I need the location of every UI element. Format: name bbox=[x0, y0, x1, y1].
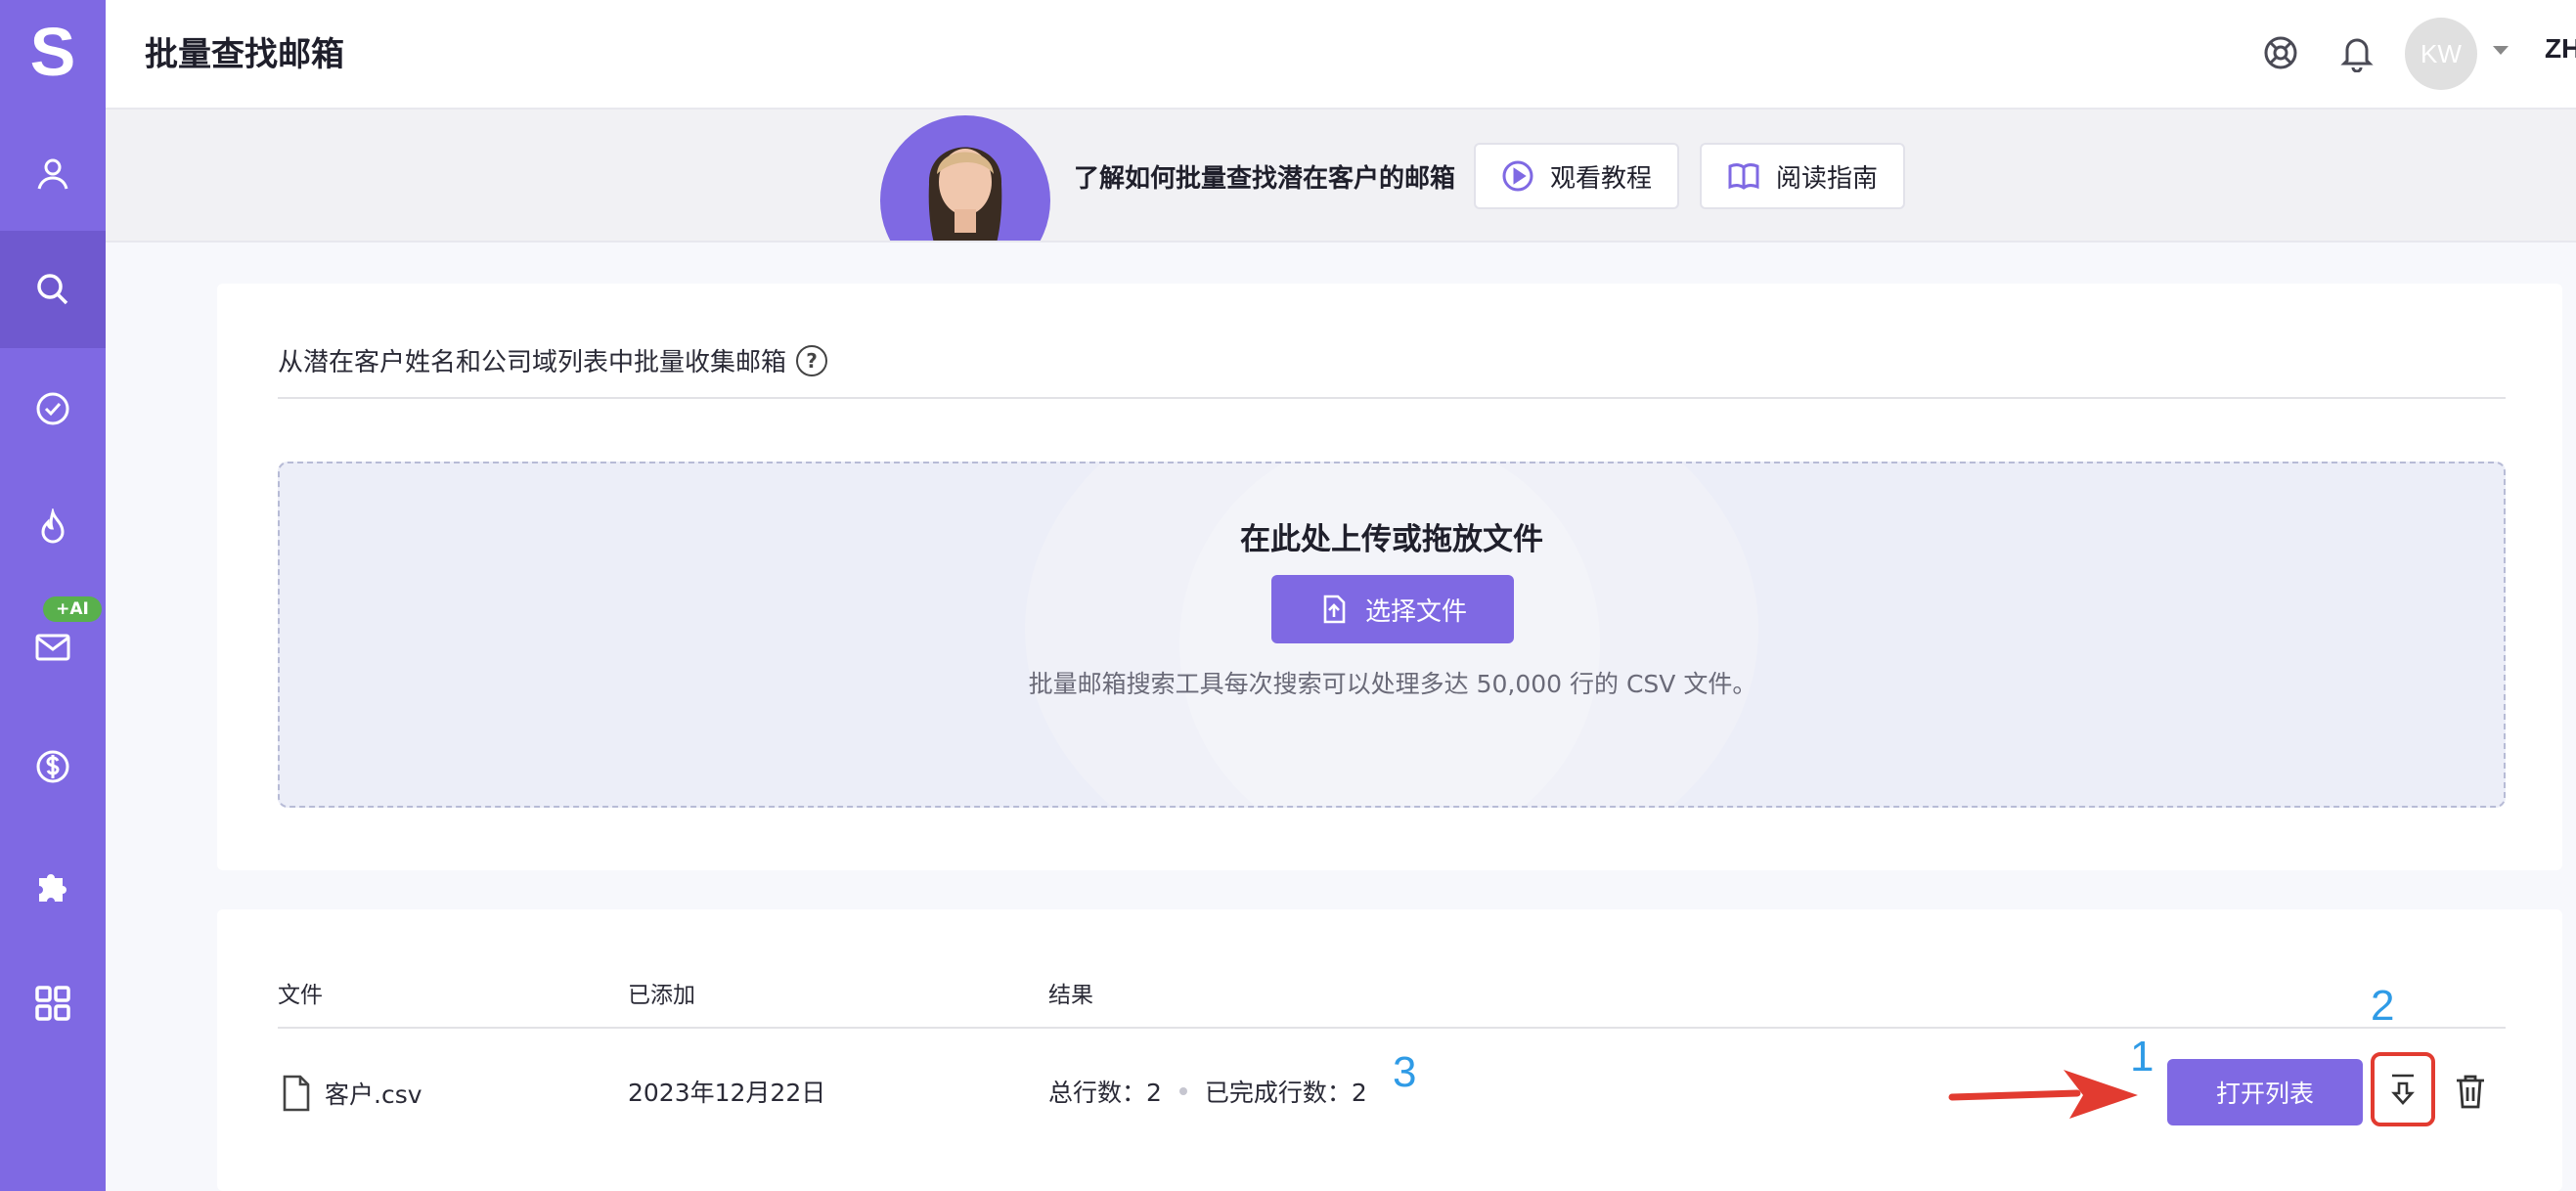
ai-badge: +AI bbox=[43, 596, 102, 622]
dropzone-title: 在此处上传或拖放文件 bbox=[1240, 522, 1543, 557]
help-center-button[interactable] bbox=[2257, 29, 2304, 76]
book-icon bbox=[1728, 163, 1759, 190]
dollar-icon bbox=[36, 750, 69, 783]
upload-section-title-text: 从潜在客户姓名和公司域列表中批量收集邮箱 bbox=[278, 348, 787, 377]
sidebar: S +AI bbox=[0, 0, 106, 1191]
grid-icon bbox=[35, 986, 70, 1021]
top-header: 批量查找邮箱 KW ZH bbox=[106, 0, 2576, 110]
watch-tutorial-label: 观看教程 bbox=[1550, 163, 1653, 194]
chevron-down-icon[interactable] bbox=[2493, 46, 2509, 55]
result-cell: 总行数：2 已完成行数：2 bbox=[1048, 1074, 1367, 1109]
delete-icon[interactable] bbox=[2453, 1072, 2488, 1111]
sidebar-item-contacts[interactable] bbox=[0, 115, 106, 233]
avatar[interactable]: KW bbox=[2405, 18, 2477, 90]
column-header-result: 结果 bbox=[1048, 983, 1093, 1008]
download-button[interactable] bbox=[2371, 1052, 2435, 1126]
notifications-button[interactable] bbox=[2333, 29, 2380, 76]
red-arrow-annotation bbox=[1948, 1070, 2138, 1119]
annotation-number-1: 1 bbox=[2130, 1033, 2154, 1081]
total-rows: 总行数：2 bbox=[1048, 1079, 1162, 1107]
added-date: 2023年12月22日 bbox=[628, 1079, 826, 1107]
mail-icon bbox=[35, 634, 70, 661]
upload-card: 从潜在客户姓名和公司域列表中批量收集邮箱 ? 在此处上传或拖放文件 选择文件 批… bbox=[217, 284, 2562, 870]
presenter-photo bbox=[880, 115, 1050, 241]
lifebuoy-icon bbox=[2264, 36, 2297, 69]
download-icon bbox=[2391, 1074, 2415, 1105]
sidebar-item-verify[interactable] bbox=[0, 350, 106, 467]
sidebar-item-extensions[interactable] bbox=[0, 827, 106, 945]
open-list-button[interactable]: 打开列表 bbox=[2167, 1059, 2363, 1125]
file-upload-icon bbox=[1323, 595, 1346, 624]
annotation-number-3: 3 bbox=[1393, 1048, 1417, 1096]
select-file-button[interactable]: 选择文件 bbox=[1271, 575, 1514, 643]
read-guide-label: 阅读指南 bbox=[1776, 163, 1879, 194]
file-name-cell: 客户.csv bbox=[280, 1074, 422, 1113]
puzzle-icon bbox=[39, 874, 67, 902]
search-icon bbox=[37, 274, 68, 305]
app-logo[interactable]: S bbox=[0, 0, 106, 104]
column-header-added: 已添加 bbox=[628, 983, 695, 1008]
file-name[interactable]: 客户.csv bbox=[325, 1076, 422, 1111]
check-circle-icon bbox=[36, 392, 69, 425]
help-icon[interactable]: ? bbox=[796, 344, 828, 376]
bell-icon bbox=[2340, 38, 2374, 72]
read-guide-button[interactable]: 阅读指南 bbox=[1700, 143, 1906, 209]
separator-dot bbox=[1178, 1087, 1187, 1095]
page-title: 批量查找邮箱 bbox=[145, 35, 344, 74]
dropzone-description: 批量邮箱搜索工具每次搜索可以处理多达 50,000 行的 CSV 文件。 bbox=[1028, 670, 1757, 698]
upload-section-title: 从潜在客户姓名和公司域列表中批量收集邮箱 ? bbox=[278, 342, 828, 378]
language-switch[interactable]: ZH bbox=[2545, 33, 2576, 65]
play-circle-icon bbox=[1502, 160, 1533, 192]
sidebar-item-warmup[interactable] bbox=[0, 469, 106, 587]
banner-text: 了解如何批量查找潜在客户的邮箱 bbox=[1074, 164, 1456, 194]
files-card: 文件 已添加 结果 客户.csv 2023年12月22日 总行数：2 已完成行数… bbox=[217, 909, 2562, 1191]
sidebar-item-apps[interactable] bbox=[0, 945, 106, 1062]
user-icon bbox=[37, 158, 68, 190]
tutorial-banner: 了解如何批量查找潜在客户的邮箱 观看教程 阅读指南 bbox=[106, 110, 2576, 243]
file-icon bbox=[283, 1075, 310, 1112]
column-header-file: 文件 bbox=[278, 983, 323, 1008]
annotation-number-2: 2 bbox=[2371, 982, 2395, 1030]
watch-tutorial-button[interactable]: 观看教程 bbox=[1474, 143, 1680, 209]
completed-rows: 已完成行数：2 bbox=[1204, 1079, 1367, 1107]
sidebar-item-search[interactable] bbox=[0, 231, 106, 348]
flame-icon bbox=[41, 508, 65, 544]
divider bbox=[278, 1027, 2506, 1029]
file-dropzone[interactable]: 在此处上传或拖放文件 选择文件 批量邮箱搜索工具每次搜索可以处理多达 50,00… bbox=[278, 462, 2506, 808]
select-file-label: 选择文件 bbox=[1364, 596, 1467, 627]
sidebar-item-pricing[interactable] bbox=[0, 708, 106, 825]
divider bbox=[278, 397, 2506, 399]
